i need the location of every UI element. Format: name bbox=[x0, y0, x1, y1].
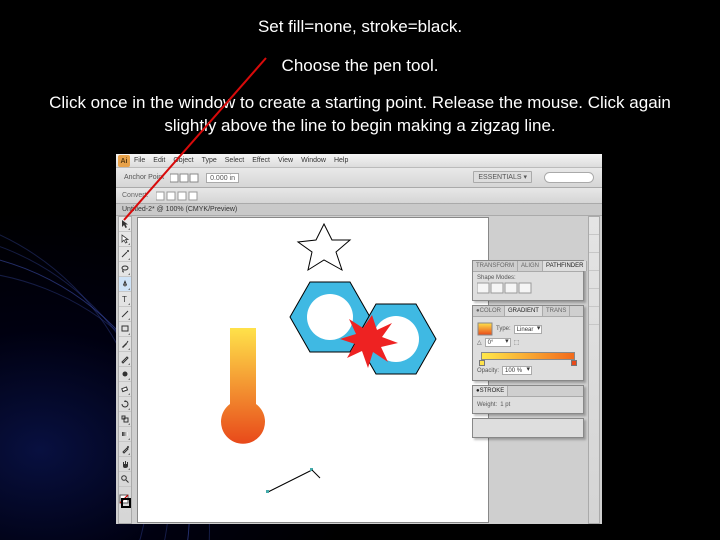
eraser-tool[interactable] bbox=[119, 382, 131, 397]
type-label: Type: bbox=[496, 326, 511, 332]
pathfinder-panel[interactable]: TRANSFORM ALIGN PATHFINDER Shape Modes: bbox=[472, 260, 584, 301]
aspect-icon: ⬚ bbox=[514, 339, 520, 346]
pen-tool[interactable] bbox=[119, 277, 131, 292]
paintbrush-tool[interactable] bbox=[119, 337, 131, 352]
panel-stack: TRANSFORM ALIGN PATHFINDER Shape Modes: bbox=[472, 260, 584, 442]
rectangle-tool[interactable] bbox=[119, 322, 131, 337]
gradient-tool[interactable] bbox=[119, 427, 131, 442]
gradient-panel[interactable]: ●COLOR GRADIENT TRANS Type: Linear △ 0° bbox=[472, 305, 584, 381]
opacity-label: Opacity: bbox=[477, 368, 499, 374]
star-shape bbox=[298, 224, 350, 270]
weight-field[interactable]: 1 pt bbox=[500, 402, 530, 408]
shape-mode-buttons[interactable] bbox=[477, 281, 577, 295]
gradient-swatch-icon[interactable] bbox=[477, 322, 493, 336]
canvas-artwork bbox=[138, 218, 488, 522]
gradient-type-dropdown[interactable]: Linear bbox=[514, 325, 543, 334]
zoom-tool[interactable] bbox=[119, 472, 131, 487]
weight-label: Weight: bbox=[477, 402, 497, 408]
lasso-tool[interactable] bbox=[119, 262, 131, 277]
blob-brush-tool[interactable] bbox=[119, 367, 131, 382]
opacity-field[interactable]: 100 % bbox=[502, 366, 532, 375]
workspace-switcher[interactable]: ESSENTIALS ▾ bbox=[473, 171, 532, 183]
type-tool[interactable]: T bbox=[119, 292, 131, 307]
tab-transparency[interactable]: TRANS bbox=[543, 306, 570, 316]
gradient-slider[interactable] bbox=[477, 350, 579, 364]
tab-color[interactable]: ●COLOR bbox=[473, 306, 505, 316]
stroke-panel[interactable]: ●STROKE Weight: 1 pt bbox=[472, 385, 584, 414]
direct-selection-tool[interactable] bbox=[119, 232, 131, 247]
tab-stroke[interactable]: ●STROKE bbox=[473, 386, 508, 396]
tab-gradient[interactable]: GRADIENT bbox=[505, 306, 543, 316]
toolbox: T bbox=[118, 216, 132, 524]
tab-pathfinder[interactable]: PATHFINDER bbox=[543, 261, 587, 271]
search-field[interactable] bbox=[544, 172, 594, 183]
rotate-tool[interactable] bbox=[119, 397, 131, 412]
angle-icon: △ bbox=[477, 339, 482, 346]
eyedropper-tool[interactable] bbox=[119, 442, 131, 457]
instruction-line-3: Click once in the window to create a sta… bbox=[0, 78, 720, 138]
svg-text:T: T bbox=[122, 295, 127, 304]
pencil-tool[interactable] bbox=[119, 352, 131, 367]
magic-wand-tool[interactable] bbox=[119, 247, 131, 262]
instruction-line-1: Set fill=none, stroke=black. bbox=[0, 0, 720, 39]
instruction-line-2: Choose the pen tool. bbox=[0, 39, 720, 78]
tab-transform[interactable]: TRANSFORM bbox=[473, 261, 518, 271]
workspace: T bbox=[116, 216, 602, 524]
zigzag-line bbox=[266, 468, 320, 493]
hand-tool[interactable] bbox=[119, 457, 131, 472]
gradient-blob bbox=[221, 328, 265, 444]
fill-stroke-indicator[interactable] bbox=[119, 489, 131, 513]
line-tool[interactable] bbox=[119, 307, 131, 322]
scale-tool[interactable] bbox=[119, 412, 131, 427]
tab-align[interactable]: ALIGN bbox=[518, 261, 543, 271]
callout-arrow bbox=[116, 50, 316, 230]
slide-root: Set fill=none, stroke=black. Choose the … bbox=[0, 0, 720, 540]
artboard[interactable] bbox=[138, 218, 488, 522]
angle-field[interactable]: 0° bbox=[485, 338, 511, 347]
collapsed-panel[interactable] bbox=[472, 418, 584, 438]
hex-left-hole bbox=[307, 294, 353, 340]
menu-item[interactable]: Help bbox=[334, 157, 348, 164]
right-dock[interactable] bbox=[588, 216, 600, 524]
